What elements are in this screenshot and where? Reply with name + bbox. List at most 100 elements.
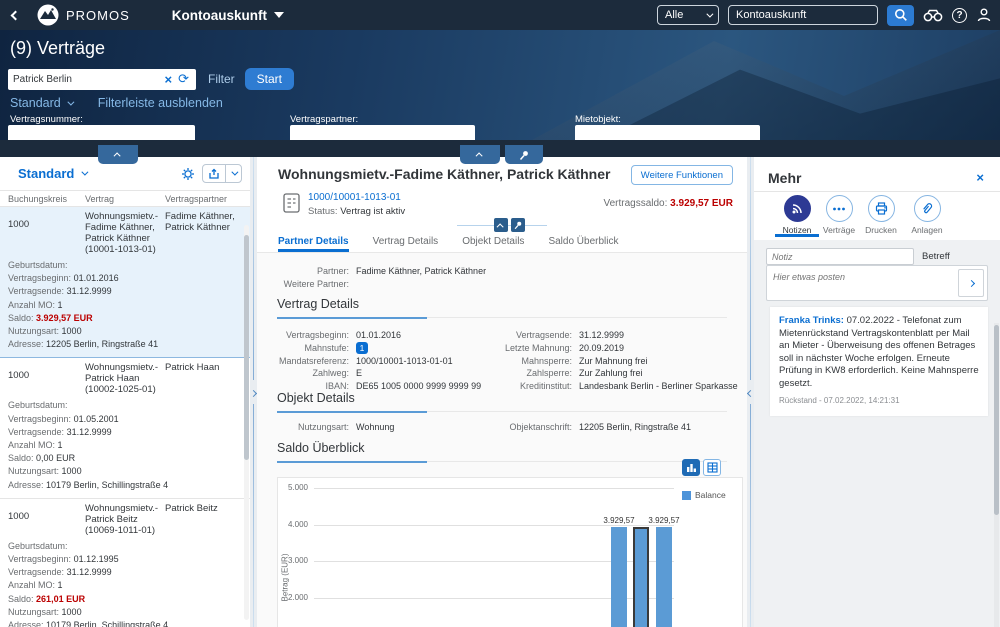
more-panel: Mehr × Notizen Verträge (754, 157, 1000, 627)
detail-line: Vertragsbeginn: 01.12.1995 (8, 553, 242, 566)
detail-line: Nutzungsart: 1000 (8, 465, 242, 478)
note-author[interactable]: Franka Trinks: (779, 315, 844, 326)
mahnstufe-badge[interactable]: 1 (356, 342, 368, 354)
notes-scrollbar[interactable] (994, 323, 999, 627)
notiz-input[interactable] (766, 248, 914, 265)
vertragspartner-input[interactable] (290, 125, 475, 140)
partner-row: Partner: Fadime Käthner, Patrick Käthner (277, 265, 486, 278)
contract-list-panel: Standard (0, 157, 250, 627)
filter-variant-select[interactable]: Standard (10, 96, 72, 110)
export-button[interactable] (203, 165, 225, 182)
list-scrollbar[interactable] (244, 225, 249, 620)
detail-line: Saldo: 261,01 EUR (8, 593, 242, 606)
chart-bar[interactable]: 3.929,57 (656, 527, 672, 627)
detail-line: Adresse: 12205 Berlin, Ringstraße 41 (8, 338, 242, 351)
detail-line: Anzahl MO: 1 (8, 299, 242, 312)
scrollbar-thumb[interactable] (244, 235, 249, 460)
tab-objekt-details[interactable]: Objekt Details (462, 230, 524, 252)
pin-panel-button[interactable] (505, 145, 543, 164)
form-row: Vertragsbeginn:01.01.2016 (277, 329, 507, 342)
action-drucken[interactable]: Drucken (859, 195, 903, 235)
printer-icon (875, 202, 888, 215)
binoculars-button[interactable] (923, 8, 943, 22)
notes-area: Betreff Franka Trinks: 07.02.2022 - Tele… (754, 240, 1000, 627)
list-settings-button[interactable] (181, 167, 195, 181)
collapse-detail-panel-button[interactable] (460, 145, 500, 164)
mietobjekt-input[interactable] (575, 125, 760, 140)
back-icon[interactable] (12, 6, 19, 24)
table-view-button[interactable] (703, 459, 721, 476)
list-export-split-button[interactable] (202, 164, 242, 183)
list-variant-select[interactable]: Standard (18, 166, 86, 181)
contract-list-item-selected[interactable]: 1000 Wohnungsmietv.-Fadime Käthner, Patr… (0, 207, 250, 358)
start-button[interactable]: Start (245, 68, 294, 90)
tab-vertrag-details[interactable]: Vertrag Details (373, 230, 439, 252)
contract-list-item[interactable]: 1000 Wohnungsmietv.-Patrick Haan (10002-… (0, 358, 250, 498)
list-search-input[interactable] (13, 74, 161, 85)
chart-bar[interactable]: 3.929,57 (611, 527, 627, 627)
collapse-list-panel-button[interactable] (98, 145, 138, 164)
action-vertraege[interactable]: Verträge (817, 195, 861, 235)
binoculars-icon (923, 8, 943, 22)
global-search-input[interactable] (728, 5, 878, 25)
gear-icon (181, 167, 195, 181)
search-button[interactable] (887, 5, 914, 26)
column-buchungskreis[interactable]: Buchungskreis (8, 194, 85, 204)
export-menu-button[interactable] (225, 165, 241, 182)
action-anlagen[interactable]: Anlagen (905, 195, 949, 235)
user-button[interactable] (976, 7, 992, 23)
cell-vertragspartner: Patrick Beitz (165, 503, 242, 536)
contract-number-link[interactable]: 1000/10001-1013-01 (308, 192, 405, 203)
detail-line: Adresse: 10179 Berlin, Schillingstraße 4 (8, 619, 242, 627)
form-row: Zahlsperre:Zur Zahlung frei (502, 367, 742, 380)
post-note-box[interactable] (766, 265, 988, 301)
clear-search-icon[interactable]: × (161, 72, 177, 87)
chart-legend: Balance (682, 490, 726, 500)
filter-header: (9) Verträge × ⟳ Filter Start Standard F… (0, 30, 1000, 140)
left-splitter[interactable] (250, 157, 257, 627)
action-label: Drucken (859, 225, 903, 235)
tab-partner-details[interactable]: Partner Details (278, 230, 349, 252)
action-notizen[interactable]: Notizen (775, 195, 819, 235)
note-card: Franka Trinks: 07.02.2022 - Telefonat zu… (770, 307, 988, 416)
expand-right-icon[interactable] (251, 380, 256, 404)
post-note-input[interactable] (767, 266, 937, 300)
vertragsnummer-input[interactable] (8, 125, 195, 140)
tab-saldo-ueberblick[interactable]: Saldo Überblick (548, 230, 618, 252)
promos-logo[interactable]: PROMOS (37, 4, 130, 26)
column-vertrag[interactable]: Vertrag (85, 194, 165, 204)
brand-text: PROMOS (66, 8, 130, 23)
section-objekt-details: Objekt Details (277, 391, 727, 412)
chart-bar-selected[interactable] (633, 527, 649, 627)
field-label-mietobjekt: Mietobjekt: (575, 114, 621, 125)
detail-line: Anzahl MO: 1 (8, 439, 242, 452)
more-functions-button[interactable]: Weitere Funktionen (631, 165, 733, 185)
list-variant-label: Standard (18, 166, 74, 181)
detail-line: Anzahl MO: 1 (8, 579, 242, 592)
field-label-vertragspartner: Vertragspartner: (290, 114, 358, 125)
right-splitter[interactable] (747, 157, 754, 627)
detail-content: Partner: Fadime Käthner, Patrick Käthner… (257, 253, 747, 627)
hide-filterbar-link[interactable]: Filterleiste ausblenden (98, 96, 223, 110)
contract-list-item[interactable]: 1000 Wohnungsmietv.-Patrick Beitz (10069… (0, 499, 250, 627)
user-icon (976, 7, 992, 23)
detail-line: Geburtsdatum: (8, 259, 242, 272)
detail-title: Wohnungsmietv.-Fadime Käthner, Patrick K… (278, 166, 610, 182)
detail-line: Nutzungsart: 1000 (8, 325, 242, 338)
list-search-field[interactable]: × ⟳ (8, 69, 196, 90)
detail-line: Nutzungsart: 1000 (8, 606, 242, 619)
close-icon[interactable]: × (976, 170, 984, 185)
send-note-button[interactable] (958, 269, 984, 297)
cell-buchungskreis: 1000 (8, 211, 85, 255)
column-vertragspartner[interactable]: Vertragspartner (165, 194, 242, 204)
cell-vertrag: Wohnungsmietv.-Patrick Beitz (10069-1011… (85, 503, 165, 536)
chart-view-button[interactable] (682, 459, 700, 476)
scrollbar-thumb[interactable] (994, 325, 999, 515)
contract-document-icon (283, 193, 300, 213)
expand-left-icon[interactable] (748, 380, 753, 404)
search-scope-select[interactable]: Alle (657, 5, 719, 25)
form-row: Letzte Mahnung:20.09.2019 (502, 342, 742, 355)
help-button[interactable]: ? (952, 8, 967, 23)
refresh-icon[interactable]: ⟳ (176, 71, 191, 87)
app-title[interactable]: Kontoauskunft (172, 8, 284, 23)
